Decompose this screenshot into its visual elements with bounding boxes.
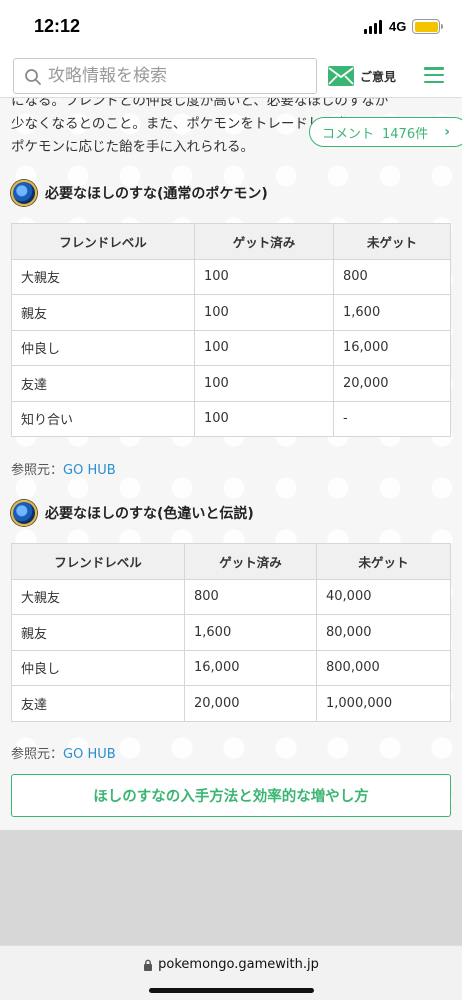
- table-row: 親友 1,600 80,000: [11, 614, 451, 651]
- table-row: 大親友 800 40,000: [11, 578, 451, 615]
- ad-placeholder: [0, 830, 462, 945]
- site-header: ご意見: [0, 54, 462, 98]
- table-cell: 1,000,000: [316, 685, 451, 722]
- table-cell: 1,600: [184, 614, 317, 651]
- feedback-label: ご意見: [360, 69, 397, 84]
- reference-label: 参照元：: [11, 463, 64, 478]
- table-cell: 800: [184, 578, 317, 615]
- reference-link[interactable]: GO HUB: [63, 747, 116, 762]
- lock-icon: [144, 959, 153, 971]
- column-header: 未ゲット: [333, 223, 451, 260]
- reference-note: 参照元：GO HUB: [11, 459, 116, 478]
- table-row: 仲良し 16,000 800,000: [11, 649, 451, 686]
- section-heading-normal: 必要なほしのすな(通常のポケモン): [11, 180, 268, 206]
- comment-button[interactable]: コメント 1476件 ›: [309, 117, 462, 147]
- column-header: 未ゲット: [316, 543, 451, 580]
- table-cell: 100: [194, 294, 334, 331]
- stardust-table-normal: フレンドレベル ゲット済み 未ゲット 大親友 100 800 親友 100 1,…: [11, 223, 451, 437]
- search-input[interactable]: [48, 59, 310, 93]
- column-header: フレンドレベル: [11, 543, 185, 580]
- article-content: になる。フレンドとの仲良し度が高いと、必要なほしのすなが 少なくなるとのこと。ま…: [0, 98, 462, 830]
- table-cell: 1,600: [333, 294, 451, 331]
- url-display[interactable]: pokemongo.gamewith.jp: [0, 957, 462, 972]
- intro-line: になる。フレンドとの仲良し度が高いと、必要なほしのすなが: [11, 98, 389, 109]
- section-title: 必要なほしのすな(通常のポケモン): [45, 186, 268, 202]
- table-cell: 大親友: [11, 258, 195, 295]
- table-cell: 16,000: [184, 649, 317, 686]
- reference-label: 参照元：: [11, 747, 64, 762]
- table-cell: 親友: [11, 614, 185, 651]
- comment-label: コメント: [322, 126, 375, 142]
- section-title: 必要なほしのすな(色違いと伝説): [45, 506, 254, 522]
- table-cell: 40,000: [316, 578, 451, 615]
- section-heading-shiny-legendary: 必要なほしのすな(色違いと伝説): [11, 500, 254, 526]
- table-cell: 800,000: [316, 649, 451, 686]
- comment-count: 1476件: [382, 126, 429, 142]
- table-row: 友達 100 20,000: [11, 365, 451, 402]
- browser-address-bar[interactable]: pokemongo.gamewith.jp: [0, 945, 462, 1000]
- table-row: 親友 100 1,600: [11, 294, 451, 331]
- table-cell: 大親友: [11, 578, 185, 615]
- status-bar: 12:12 4G: [0, 0, 462, 54]
- table-cell: 800: [333, 258, 451, 295]
- table-cell: 友達: [11, 685, 185, 722]
- network-type: 4G: [389, 19, 407, 34]
- table-cell: 20,000: [333, 365, 451, 402]
- battery-icon: [412, 19, 443, 34]
- table-header-row: フレンドレベル ゲット済み 未ゲット: [11, 543, 451, 580]
- table-row: 知り合い 100 -: [11, 400, 451, 437]
- stardust-icon: [11, 180, 37, 206]
- table-cell: 80,000: [316, 614, 451, 651]
- table-cell: 20,000: [184, 685, 317, 722]
- column-header: ゲット済み: [194, 223, 334, 260]
- search-icon: [25, 69, 41, 85]
- feedback-button[interactable]: ご意見: [328, 66, 396, 86]
- table-cell: 100: [194, 329, 334, 366]
- search-box[interactable]: [13, 58, 317, 94]
- table-cell: -: [333, 400, 451, 437]
- hamburger-menu-icon[interactable]: [424, 67, 444, 83]
- column-header: フレンドレベル: [11, 223, 195, 260]
- table-cell: 100: [194, 258, 334, 295]
- table-cell: 100: [194, 400, 334, 437]
- table-row: 仲良し 100 16,000: [11, 329, 451, 366]
- table-cell: 仲良し: [11, 649, 185, 686]
- table-header-row: フレンドレベル ゲット済み 未ゲット: [11, 223, 451, 260]
- table-cell: 16,000: [333, 329, 451, 366]
- table-cell: 100: [194, 365, 334, 402]
- stardust-guide-button[interactable]: ほしのすなの入手方法と効率的な増やし方: [11, 774, 451, 817]
- table-cell: 知り合い: [11, 400, 195, 437]
- reference-note: 参照元：GO HUB: [11, 743, 116, 762]
- table-row: 友達 20,000 1,000,000: [11, 685, 451, 722]
- stardust-table-shiny-legendary: フレンドレベル ゲット済み 未ゲット 大親友 800 40,000 親友 1,6…: [11, 543, 451, 722]
- mail-icon: [328, 66, 354, 86]
- chevron-right-icon: ›: [444, 124, 450, 140]
- table-cell: 友達: [11, 365, 195, 402]
- table-row: 大親友 100 800: [11, 258, 451, 295]
- reference-link[interactable]: GO HUB: [63, 463, 116, 478]
- stardust-icon: [11, 500, 37, 526]
- status-time: 12:12: [34, 16, 81, 36]
- table-cell: 仲良し: [11, 329, 195, 366]
- table-cell: 親友: [11, 294, 195, 331]
- url-text: pokemongo.gamewith.jp: [158, 957, 319, 972]
- column-header: ゲット済み: [184, 543, 317, 580]
- home-indicator[interactable]: [149, 988, 314, 993]
- signal-icon: [364, 20, 382, 34]
